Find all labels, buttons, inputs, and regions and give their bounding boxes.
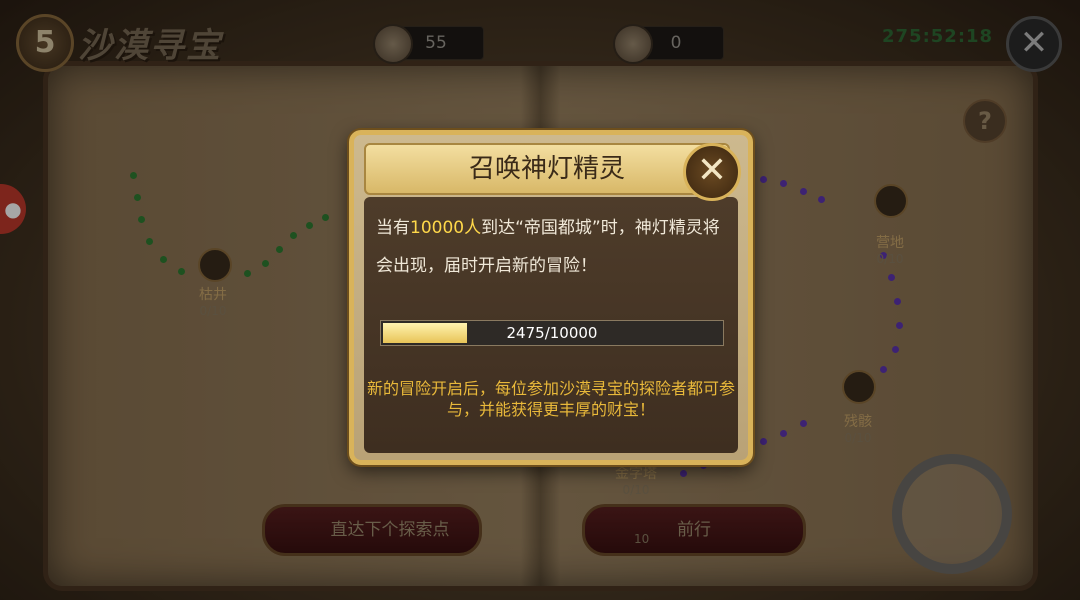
dialog-title: 召唤神灯精灵 [468, 154, 625, 184]
dialog-header: 召唤神灯精灵 [364, 143, 730, 195]
desc-highlight: 10000人 [410, 218, 482, 238]
dialog-description: 当有10000人到达“帝国都城”时，神灯精灵将会出现，届时开启新的冒险！ [376, 209, 728, 285]
progress-bar: 2475/10000 [380, 320, 724, 346]
progress-text: 2475/10000 [506, 324, 598, 342]
dialog-close-icon[interactable]: ✕ [683, 143, 741, 201]
desc-text: 当有 [376, 218, 410, 238]
dialog-note: 新的冒险开启后，每位参加沙漠寻宝的探险者都可参与，并能获得更丰厚的财宝！ [366, 379, 735, 419]
